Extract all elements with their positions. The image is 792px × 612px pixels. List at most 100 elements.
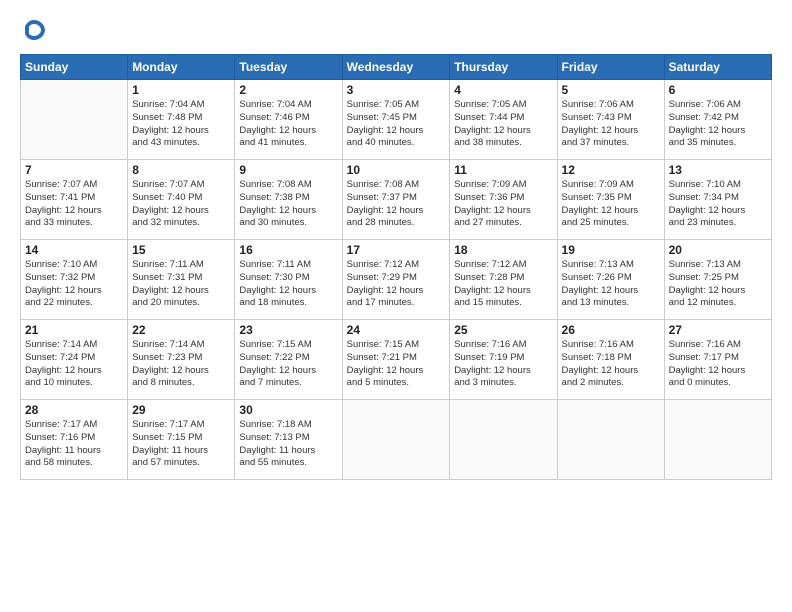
day-info: Sunrise: 7:11 AMSunset: 7:30 PMDaylight:…	[239, 259, 337, 310]
day-number: 9	[239, 163, 337, 177]
day-info: Sunrise: 7:13 AMSunset: 7:26 PMDaylight:…	[562, 259, 660, 310]
day-info: Sunrise: 7:16 AMSunset: 7:18 PMDaylight:…	[562, 339, 660, 390]
day-info: Sunrise: 7:14 AMSunset: 7:24 PMDaylight:…	[25, 339, 123, 390]
week-row-3: 21 Sunrise: 7:14 AMSunset: 7:24 PMDayligh…	[21, 320, 772, 400]
day-cell: 13 Sunrise: 7:10 AMSunset: 7:34 PMDayligh…	[664, 160, 771, 240]
day-cell: 1 Sunrise: 7:04 AMSunset: 7:48 PMDaylight…	[128, 80, 235, 160]
day-info: Sunrise: 7:07 AMSunset: 7:40 PMDaylight:…	[132, 179, 230, 230]
col-header-sunday: Sunday	[21, 55, 128, 80]
day-cell: 12 Sunrise: 7:09 AMSunset: 7:35 PMDayligh…	[557, 160, 664, 240]
day-cell: 20 Sunrise: 7:13 AMSunset: 7:25 PMDayligh…	[664, 240, 771, 320]
day-cell: 3 Sunrise: 7:05 AMSunset: 7:45 PMDaylight…	[342, 80, 450, 160]
day-number: 20	[669, 243, 767, 257]
col-header-saturday: Saturday	[664, 55, 771, 80]
day-info: Sunrise: 7:04 AMSunset: 7:48 PMDaylight:…	[132, 99, 230, 150]
day-number: 25	[454, 323, 552, 337]
day-number: 19	[562, 243, 660, 257]
day-number: 5	[562, 83, 660, 97]
day-number: 30	[239, 403, 337, 417]
day-cell: 11 Sunrise: 7:09 AMSunset: 7:36 PMDayligh…	[450, 160, 557, 240]
week-row-0: 1 Sunrise: 7:04 AMSunset: 7:48 PMDaylight…	[21, 80, 772, 160]
day-info: Sunrise: 7:05 AMSunset: 7:45 PMDaylight:…	[347, 99, 446, 150]
day-info: Sunrise: 7:17 AMSunset: 7:16 PMDaylight:…	[25, 419, 123, 470]
day-info: Sunrise: 7:06 AMSunset: 7:42 PMDaylight:…	[669, 99, 767, 150]
day-info: Sunrise: 7:08 AMSunset: 7:37 PMDaylight:…	[347, 179, 446, 230]
day-number: 29	[132, 403, 230, 417]
day-cell: 27 Sunrise: 7:16 AMSunset: 7:17 PMDayligh…	[664, 320, 771, 400]
header	[20, 16, 772, 44]
day-info: Sunrise: 7:17 AMSunset: 7:15 PMDaylight:…	[132, 419, 230, 470]
day-info: Sunrise: 7:06 AMSunset: 7:43 PMDaylight:…	[562, 99, 660, 150]
col-header-thursday: Thursday	[450, 55, 557, 80]
day-info: Sunrise: 7:07 AMSunset: 7:41 PMDaylight:…	[25, 179, 123, 230]
day-info: Sunrise: 7:14 AMSunset: 7:23 PMDaylight:…	[132, 339, 230, 390]
day-cell	[450, 400, 557, 480]
week-row-4: 28 Sunrise: 7:17 AMSunset: 7:16 PMDayligh…	[21, 400, 772, 480]
day-cell	[342, 400, 450, 480]
day-number: 14	[25, 243, 123, 257]
day-info: Sunrise: 7:13 AMSunset: 7:25 PMDaylight:…	[669, 259, 767, 310]
day-cell: 25 Sunrise: 7:16 AMSunset: 7:19 PMDayligh…	[450, 320, 557, 400]
day-info: Sunrise: 7:09 AMSunset: 7:36 PMDaylight:…	[454, 179, 552, 230]
day-cell	[664, 400, 771, 480]
week-row-2: 14 Sunrise: 7:10 AMSunset: 7:32 PMDayligh…	[21, 240, 772, 320]
day-cell: 8 Sunrise: 7:07 AMSunset: 7:40 PMDaylight…	[128, 160, 235, 240]
day-number: 26	[562, 323, 660, 337]
day-number: 27	[669, 323, 767, 337]
day-number: 6	[669, 83, 767, 97]
day-cell: 18 Sunrise: 7:12 AMSunset: 7:28 PMDayligh…	[450, 240, 557, 320]
day-info: Sunrise: 7:16 AMSunset: 7:17 PMDaylight:…	[669, 339, 767, 390]
day-number: 10	[347, 163, 446, 177]
day-info: Sunrise: 7:09 AMSunset: 7:35 PMDaylight:…	[562, 179, 660, 230]
page: SundayMondayTuesdayWednesdayThursdayFrid…	[0, 0, 792, 612]
day-cell: 30Sunrise: 7:18 AMSunset: 7:13 PMDayligh…	[235, 400, 342, 480]
day-number: 16	[239, 243, 337, 257]
day-cell: 10 Sunrise: 7:08 AMSunset: 7:37 PMDayligh…	[342, 160, 450, 240]
calendar: SundayMondayTuesdayWednesdayThursdayFrid…	[20, 54, 772, 480]
day-number: 17	[347, 243, 446, 257]
week-row-1: 7Sunrise: 7:07 AMSunset: 7:41 PMDaylight…	[21, 160, 772, 240]
day-info: Sunrise: 7:11 AMSunset: 7:31 PMDaylight:…	[132, 259, 230, 310]
day-info: Sunrise: 7:08 AMSunset: 7:38 PMDaylight:…	[239, 179, 337, 230]
day-number: 13	[669, 163, 767, 177]
day-number: 3	[347, 83, 446, 97]
day-cell: 26 Sunrise: 7:16 AMSunset: 7:18 PMDayligh…	[557, 320, 664, 400]
day-info: Sunrise: 7:04 AMSunset: 7:46 PMDaylight:…	[239, 99, 337, 150]
day-number: 1	[132, 83, 230, 97]
day-info: Sunrise: 7:15 AMSunset: 7:22 PMDaylight:…	[239, 339, 337, 390]
col-header-monday: Monday	[128, 55, 235, 80]
day-number: 21	[25, 323, 123, 337]
day-number: 8	[132, 163, 230, 177]
day-cell: 16 Sunrise: 7:11 AMSunset: 7:30 PMDayligh…	[235, 240, 342, 320]
day-cell: 29 Sunrise: 7:17 AMSunset: 7:15 PMDayligh…	[128, 400, 235, 480]
day-info: Sunrise: 7:10 AMSunset: 7:34 PMDaylight:…	[669, 179, 767, 230]
day-cell: 7Sunrise: 7:07 AMSunset: 7:41 PMDaylight…	[21, 160, 128, 240]
day-info: Sunrise: 7:16 AMSunset: 7:19 PMDaylight:…	[454, 339, 552, 390]
day-info: Sunrise: 7:10 AMSunset: 7:32 PMDaylight:…	[25, 259, 123, 310]
day-cell: 15Sunrise: 7:11 AMSunset: 7:31 PMDayligh…	[128, 240, 235, 320]
day-cell	[21, 80, 128, 160]
day-number: 12	[562, 163, 660, 177]
day-number: 24	[347, 323, 446, 337]
day-cell: 5 Sunrise: 7:06 AMSunset: 7:43 PMDaylight…	[557, 80, 664, 160]
day-cell: 9 Sunrise: 7:08 AMSunset: 7:38 PMDaylight…	[235, 160, 342, 240]
day-cell: 19 Sunrise: 7:13 AMSunset: 7:26 PMDayligh…	[557, 240, 664, 320]
day-info: Sunrise: 7:12 AMSunset: 7:28 PMDaylight:…	[454, 259, 552, 310]
day-number: 23	[239, 323, 337, 337]
day-number: 11	[454, 163, 552, 177]
day-number: 4	[454, 83, 552, 97]
day-number: 22	[132, 323, 230, 337]
day-cell: 28 Sunrise: 7:17 AMSunset: 7:16 PMDayligh…	[21, 400, 128, 480]
day-number: 18	[454, 243, 552, 257]
day-cell: 23 Sunrise: 7:15 AMSunset: 7:22 PMDayligh…	[235, 320, 342, 400]
day-cell: 22 Sunrise: 7:14 AMSunset: 7:23 PMDayligh…	[128, 320, 235, 400]
day-number: 28	[25, 403, 123, 417]
day-info: Sunrise: 7:12 AMSunset: 7:29 PMDaylight:…	[347, 259, 446, 310]
col-header-wednesday: Wednesday	[342, 55, 450, 80]
logo	[20, 16, 52, 44]
day-cell: 6 Sunrise: 7:06 AMSunset: 7:42 PMDaylight…	[664, 80, 771, 160]
day-info: Sunrise: 7:05 AMSunset: 7:44 PMDaylight:…	[454, 99, 552, 150]
day-cell: 14 Sunrise: 7:10 AMSunset: 7:32 PMDayligh…	[21, 240, 128, 320]
day-cell: 17 Sunrise: 7:12 AMSunset: 7:29 PMDayligh…	[342, 240, 450, 320]
header-row: SundayMondayTuesdayWednesdayThursdayFrid…	[21, 55, 772, 80]
